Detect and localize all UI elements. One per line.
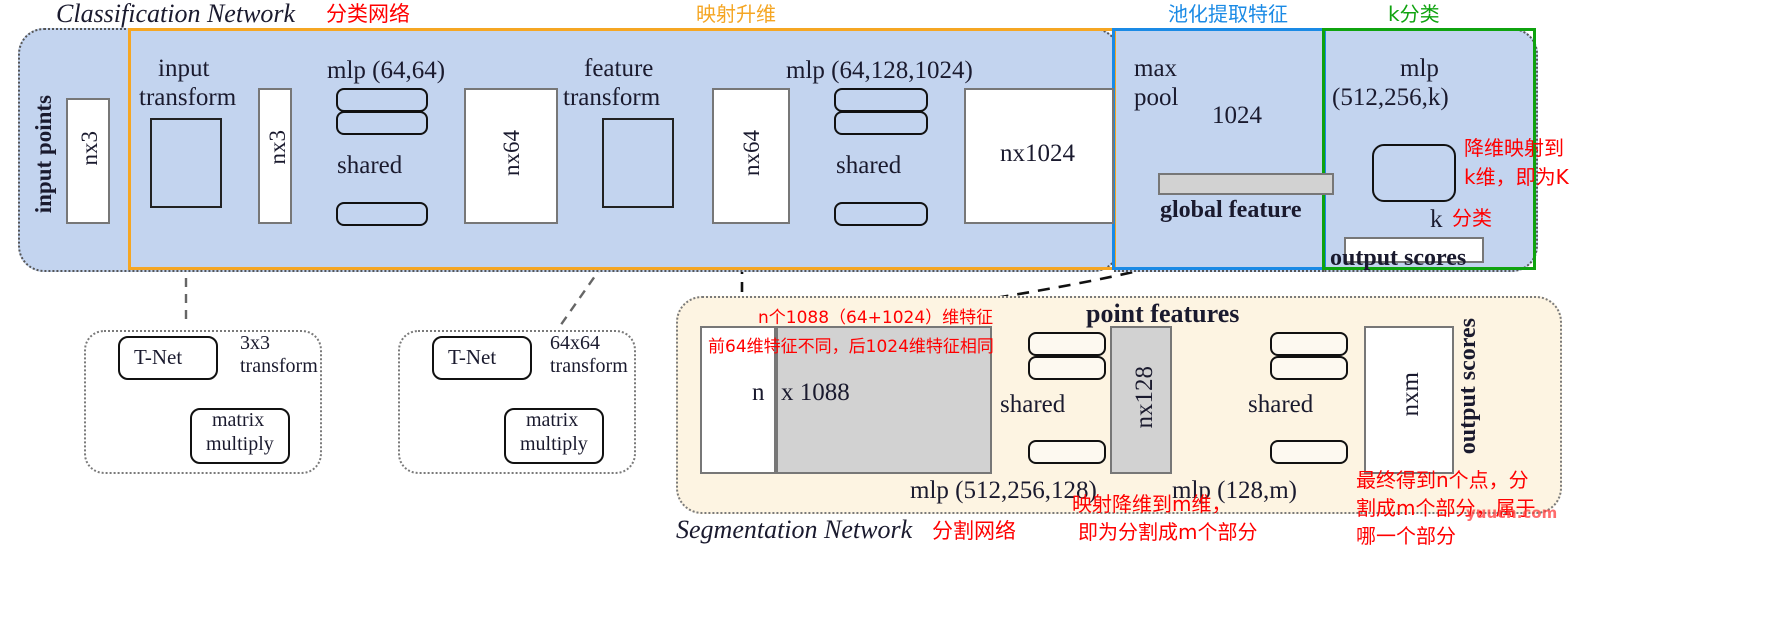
mlp-512-256-k-label-line1: mlp — [1400, 55, 1439, 82]
reduce-to-k-annotation-line2: k维，即为K — [1464, 165, 1569, 189]
input-transform-label-line1: input — [158, 55, 210, 82]
input-points-label: input points — [31, 95, 56, 214]
nx1024-label: nx1024 — [1000, 140, 1075, 167]
matrix-multiply-right-line1: matrix — [526, 409, 579, 431]
seg-shared-label-a: shared — [1000, 391, 1066, 418]
mlp1-layer-mid — [336, 111, 428, 135]
global-feature-bar — [1158, 173, 1334, 195]
tnet-right-label: T-Net — [448, 345, 497, 369]
max-pool-label-line1: max — [1134, 55, 1178, 82]
seg-output-scores-label: output scores — [1455, 318, 1481, 455]
tnet-left-label: T-Net — [134, 345, 183, 369]
seg-final-annotation-line1: 最终得到n个点，分 — [1356, 468, 1529, 492]
classification-title-cn: 分类网络 — [326, 2, 410, 26]
mlp2-layer-mid — [834, 111, 928, 135]
mlp2-shared-label: shared — [836, 152, 902, 179]
seg-shared-label-b: shared — [1248, 391, 1314, 418]
max-pool-label-line2: pool — [1134, 84, 1179, 111]
point-features-label: point features — [1086, 299, 1240, 328]
nxm-label: nxm — [1397, 372, 1424, 417]
segmentation-title-en: Segmentation Network — [676, 515, 913, 544]
k-label: k — [1430, 206, 1443, 233]
feature-1088-annotation-line2: 前64维特征不同，后1024维特征相同 — [708, 337, 994, 357]
output-scores-label: output scores — [1330, 245, 1467, 271]
input-nx3-label: nx3 — [77, 131, 102, 166]
transformed-nx3-label: nx3 — [265, 130, 290, 165]
mlp-512-256-k-label-line2: (512,256,k) — [1332, 84, 1449, 111]
x1088-label: x 1088 — [781, 379, 850, 406]
seg-final-annotation-line3: 哪一个部分 — [1356, 524, 1456, 548]
classification-title-en: Classification Network — [56, 0, 296, 28]
seg-mlp1-layer-mid — [1028, 356, 1106, 380]
mapping-region-label: 映射升维 — [696, 2, 776, 26]
seg-mlp2-layer-bottom — [1270, 440, 1348, 464]
mlp1-layer-bottom — [336, 202, 428, 226]
mlp2-layer-top — [834, 88, 928, 112]
feature-transform-label-line1: feature — [584, 55, 654, 82]
tnet-right-transform-line2: transform — [550, 355, 628, 377]
matrix-multiply-left-line1: matrix — [212, 409, 265, 431]
segmentation-title-cn: 分割网络 — [932, 519, 1016, 543]
seg-mlp1-layer-bottom — [1028, 440, 1106, 464]
tnet-left-transform-line2: transform — [240, 355, 318, 377]
input-transform-label-line2: transform — [139, 84, 237, 111]
seg-mlp2-layer-top — [1270, 332, 1348, 356]
nx64-label-a: nx64 — [499, 130, 524, 176]
matrix-multiply-left-line2: multiply — [206, 433, 274, 455]
nx64-label-b: nx64 — [739, 130, 764, 176]
tnet-right-transform-line1: 64x64 — [550, 332, 600, 354]
mlp-64-128-1024-label: mlp (64,128,1024) — [786, 57, 973, 84]
mlp2-layer-bottom — [834, 202, 928, 226]
matrix-multiply-right-line2: multiply — [520, 433, 588, 455]
classification-mlp-box — [1372, 144, 1456, 202]
mlp1-shared-label: shared — [337, 152, 403, 179]
seg-reduce-annotation-line2: 即为分割成m个部分 — [1078, 520, 1258, 544]
pooling-region-label: 池化提取特征 — [1168, 2, 1288, 26]
mlp-64-64-label: mlp (64,64) — [327, 57, 446, 84]
tnet-left-transform-line1: 3x3 — [240, 332, 270, 354]
feature-transform-box — [602, 118, 674, 208]
seg-reduce-annotation-line1: 映射降维到m维， — [1072, 492, 1232, 516]
nx128-label: nx128 — [1131, 366, 1158, 429]
input-transform-box — [150, 118, 222, 208]
n-label: n — [752, 379, 765, 406]
watermark: yuucn.com — [1466, 504, 1558, 522]
feature-1088-annotation-line1: n个1088（64+1024）维特征 — [758, 308, 994, 328]
reduce-to-k-annotation-line1: 降维映射到 — [1464, 136, 1564, 160]
kclass-region-label: k分类 — [1388, 2, 1440, 26]
mlp1-layer-top — [336, 88, 428, 112]
global-feature-label: global feature — [1160, 197, 1302, 223]
feature-transform-label-line2: transform — [563, 84, 661, 111]
k-classification-cn-label: 分类 — [1452, 206, 1492, 230]
seg-mlp1-layer-top — [1028, 332, 1106, 356]
pool-dim-label: 1024 — [1212, 102, 1262, 129]
seg-mlp2-layer-mid — [1270, 356, 1348, 380]
mlp-512-256-128-label: mlp (512,256,128) — [910, 477, 1097, 504]
